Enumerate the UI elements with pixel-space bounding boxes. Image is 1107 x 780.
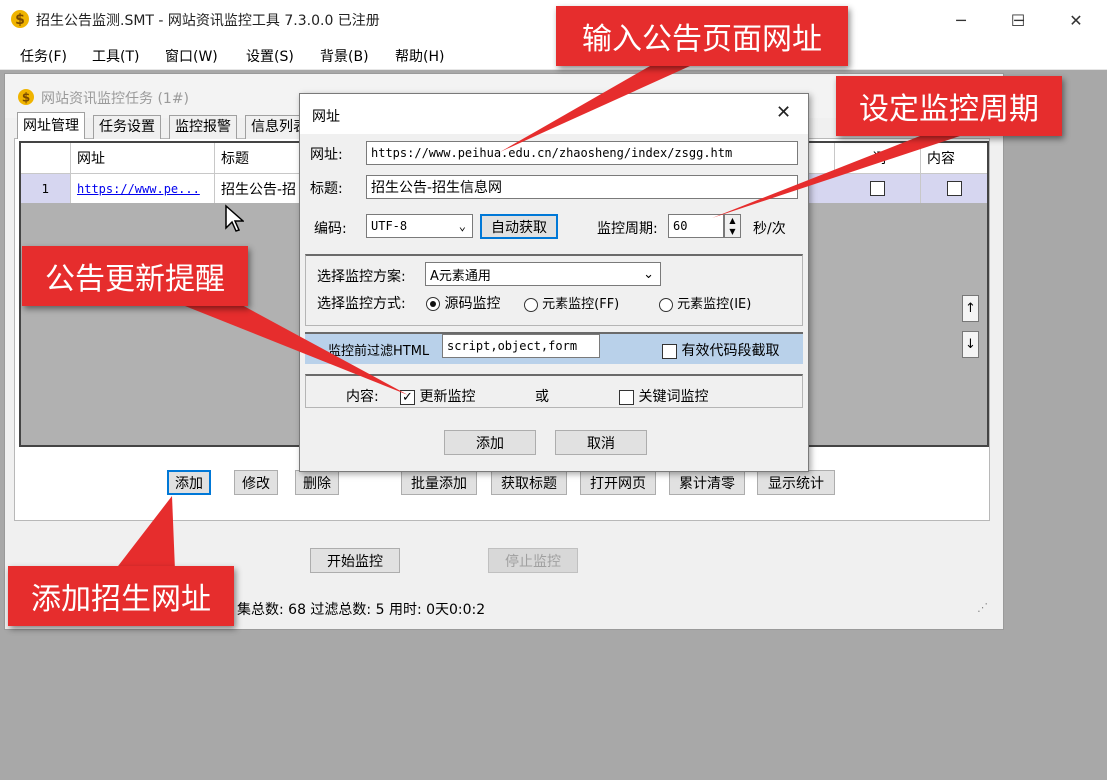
stop-monitor-button: 停止监控 [488,548,578,573]
show-stats-button[interactable]: 显示统计 [757,470,835,495]
mode-label: 选择监控方式: [317,296,406,312]
minimize-window-button[interactable]: ─ [932,0,990,40]
task-dollar-icon: $ [18,89,34,105]
move-up-button[interactable]: ↑ [962,295,979,322]
url-dialog: 网址 ✕ 网址: https://www.peihua.edu.cn/zhaos… [299,93,809,472]
mode-source-radio[interactable] [426,297,440,311]
resize-grip-icon[interactable]: ⋰ [977,601,988,614]
row-content-cell [921,174,987,203]
header-keyword: 词 [835,143,921,173]
callout-url: 输入公告页面网址 [556,6,848,66]
mode-source-option[interactable]: 源码监控 [426,293,500,313]
mouse-cursor-icon [225,204,244,232]
url-input[interactable]: https://www.peihua.edu.cn/zhaosheng/inde… [366,141,798,165]
encoding-value: UTF-8 [371,219,408,233]
batch-add-button[interactable]: 批量添加 [401,470,477,495]
or-label: 或 [535,389,549,405]
callout-add: 添加招生网址 [8,566,234,626]
keyword-monitor-checkbox[interactable] [619,389,634,405]
menu-tools[interactable]: 工具(T) [92,46,139,66]
chevron-down-icon: ⌄ [643,266,654,282]
keyword-monitor-option[interactable]: 关键词监控 [619,386,708,406]
mode-ie-label: 元素监控(IE) [677,297,752,312]
mode-source-label: 源码监控 [444,296,501,312]
mode-ff-label: 元素监控(FF) [542,297,620,312]
row-title: 招生公告-招 [215,174,305,203]
tab-info-list[interactable]: 信息列表 [245,115,305,139]
row-content-checkbox[interactable] [946,181,962,196]
filter-input[interactable]: script,object,form [442,334,600,358]
status-text: 集总数: 68 过滤总数: 5 用时: 0天0:0:2 [237,602,486,618]
scheme-label: 选择监控方案: [317,269,406,285]
mode-ff-option[interactable]: 元素监控(FF) [524,293,619,312]
title-input[interactable]: 招生公告-招生信息网 [366,175,798,199]
dialog-titlebar: 网址 ✕ [300,94,808,134]
task-window-title: 网站资讯监控任务 (1#) [41,91,190,107]
update-monitor-option[interactable]: ✓ 更新监控 [400,386,475,406]
open-page-button[interactable]: 打开网页 [580,470,656,495]
maximize-window-button[interactable]: ☐ [989,0,1047,40]
update-monitor-checkbox[interactable]: ✓ [400,389,415,405]
menu-settings[interactable]: 设置(S) [246,46,294,66]
menu-bar: 任务(F) 工具(T) 窗口(W) 设置(S) 背景(B) 帮助(H) [0,40,1107,70]
mode-ff-radio[interactable] [524,297,538,312]
snippet-label: 有效代码段截取 [681,343,780,359]
mode-ie-option[interactable]: 元素监控(IE) [659,293,751,312]
tab-alarm[interactable]: 监控报警 [169,115,237,139]
header-content: 内容 [927,151,955,167]
header-rownum [21,143,71,173]
start-monitor-button[interactable]: 开始监控 [310,548,400,573]
period-input[interactable]: 60 [668,214,724,238]
callout-period: 设定监控周期 [836,76,1062,136]
scheme-select[interactable]: A元素通用 ⌄ [425,262,661,286]
menu-window[interactable]: 窗口(W) [165,46,218,66]
dialog-cancel-button[interactable]: 取消 [555,430,647,455]
reset-count-button[interactable]: 累计清零 [669,470,745,495]
encoding-label: 编码: [314,221,347,237]
chevron-down-icon: ⌄ [458,219,466,233]
svg-text:$: $ [22,91,30,105]
close-window-button[interactable]: ✕ [1047,0,1105,40]
dialog-add-button[interactable]: 添加 [444,430,536,455]
keyword-monitor-label: 关键词监控 [638,389,709,405]
get-title-button[interactable]: 获取标题 [491,470,567,495]
period-unit: 秒/次 [753,221,786,237]
row-keyword-checkbox[interactable] [870,181,885,196]
app-dollar-icon: $ [11,10,29,28]
url-label: 网址: [310,147,343,163]
menu-task[interactable]: 任务(F) [20,46,67,66]
delete-button[interactable]: 删除 [295,470,339,495]
window-title: 招生公告监测.SMT - 网站资讯监控工具 7.3.0.0 已注册 [36,13,380,29]
menu-help[interactable]: 帮助(H) [395,46,444,66]
callout-reminder: 公告更新提醒 [22,246,248,306]
row-keyword-cell [835,174,921,203]
period-label: 监控周期: [597,221,658,237]
snippet-option[interactable]: 有效代码段截取 [662,340,779,360]
scheme-value: A元素通用 [430,268,491,284]
filter-label: 监控前过滤HTML [328,344,430,359]
content-group [305,374,803,408]
snippet-checkbox[interactable] [662,343,677,359]
menu-background[interactable]: 背景(B) [320,46,369,66]
dialog-title: 网址 [312,109,340,125]
edit-button[interactable]: 修改 [234,470,278,495]
update-monitor-label: 更新监控 [419,389,476,405]
row-number: 1 [21,174,71,203]
title-label: 标题: [310,181,343,197]
tab-task-settings[interactable]: 任务设置 [93,115,161,139]
tab-url-management[interactable]: 网址管理 [17,112,85,139]
auto-detect-button[interactable]: 自动获取 [480,214,558,239]
add-button[interactable]: 添加 [167,470,211,495]
dialog-close-icon[interactable]: ✕ [776,102,791,123]
svg-text:$: $ [15,12,25,28]
row-url-link[interactable]: https://www.pe... [71,174,215,203]
encoding-select[interactable]: UTF-8 ⌄ [366,214,473,238]
period-spinner[interactable]: ▲ ▼ [724,214,741,238]
move-down-button[interactable]: ↓ [962,331,979,358]
content-label: 内容: [346,389,379,405]
header-url: 网址 [71,143,215,173]
mode-ie-radio[interactable] [659,297,673,312]
